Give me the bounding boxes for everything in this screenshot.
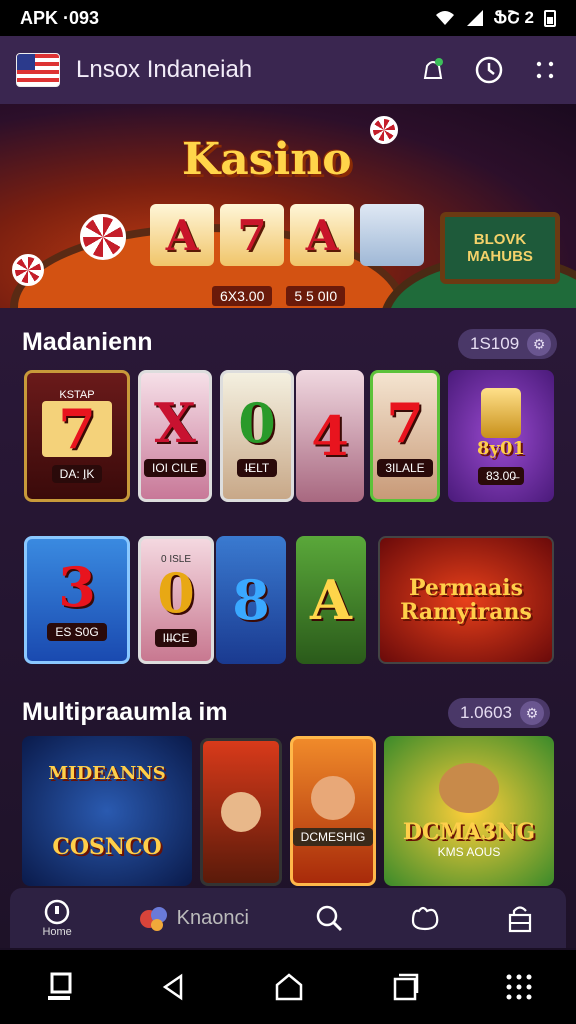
character-icon	[439, 763, 499, 813]
hero-banner[interactable]: BLOVK MAHUBS Kasino A 7 A 6X3.00 5 5 0I0	[0, 104, 576, 308]
bottom-nav: Home Knaonci	[10, 888, 566, 948]
hero-bets: 6X3.00 5 5 0I0	[212, 286, 346, 306]
tile-symbol: 7	[386, 391, 424, 455]
app-bar: Lnsox Indaneiah	[0, 36, 576, 104]
signal-icon	[466, 10, 483, 26]
recents-icon[interactable]	[389, 971, 421, 1003]
character-icon	[311, 776, 355, 820]
tile-text-bottom: COSNCO	[52, 833, 162, 860]
section-badge[interactable]: 1.0603 ⚙	[448, 698, 550, 728]
screenshot-icon[interactable]	[42, 970, 76, 1004]
game-tile[interactable]: DCMESHIG	[290, 736, 376, 886]
tile-symbol: 7	[42, 401, 112, 457]
gear-icon: ⚙	[527, 332, 552, 356]
nav-gift[interactable]	[409, 903, 441, 933]
notification-icon[interactable]	[418, 55, 448, 85]
gift-icon	[411, 906, 439, 931]
back-icon[interactable]	[159, 972, 189, 1002]
tile-symbol: A	[310, 568, 352, 632]
game-tile[interactable]: 0 I̶ELT	[220, 370, 294, 502]
tile-text-top: MIDEANNS	[48, 762, 166, 784]
section-title: Multipraaumla im	[22, 698, 228, 726]
section-title: Madanienn	[22, 328, 153, 356]
game-tile[interactable]: 8y01 83.00̶	[448, 370, 554, 502]
status-bar: APK ·093 ՖՇ 2	[0, 0, 576, 36]
tile-label: ES S0G	[47, 623, 107, 641]
tile-text: 8y01	[476, 437, 526, 459]
tile-label: II̶I̶CE	[154, 628, 198, 647]
tile-text: Permaais Ramyirans	[400, 575, 532, 625]
tile-label: IOI CILE	[143, 459, 206, 477]
history-icon[interactable]	[474, 55, 504, 85]
game-tile[interactable]: 8	[216, 536, 286, 664]
reel-symbol: 7	[220, 204, 284, 266]
game-tile[interactable]: KSTAP 7 DA: I̱K	[24, 370, 130, 502]
game-tile[interactable]: DCMA3NG KMS AOUS	[384, 736, 554, 886]
game-tile[interactable]: 7 3ILALE	[370, 370, 440, 502]
chip-icon	[80, 214, 126, 260]
tile-label: I̶ELT	[236, 459, 278, 477]
status-right-text: ՖՇ 2	[493, 8, 534, 27]
character-icon	[221, 792, 261, 832]
tile-symbol: X	[154, 391, 196, 455]
game-tile[interactable]: 3 ES S0G	[24, 536, 130, 664]
system-nav-bar	[0, 950, 576, 1024]
trophy-icon	[481, 387, 521, 438]
bet-value: 5 5 0I0	[286, 286, 346, 306]
nav-label: Knaonci	[176, 906, 249, 929]
tile-text-top: DCMA3NG	[402, 819, 536, 845]
main-panel: Madanienn 1S109 ⚙ KSTAP 7 DA: I̱K X IOI …	[0, 308, 576, 948]
wifi-icon	[435, 11, 454, 25]
gear-icon: ⚙	[520, 701, 544, 725]
badge-value: 1.0603	[460, 703, 512, 722]
status-left-text: APK ·093	[20, 7, 100, 28]
tile-symbol: 3	[58, 555, 96, 619]
reel-symbol: A	[150, 204, 214, 266]
tile-symbol: 0	[238, 391, 276, 455]
battery-icon	[544, 10, 556, 27]
tile-label: DCMESHIG	[293, 828, 373, 846]
tile-label: 83.00̶	[477, 466, 525, 485]
bet-value: 6X3.00	[212, 286, 273, 306]
tile-label: 3ILALE	[377, 459, 433, 477]
lock-icon	[508, 906, 531, 933]
search-icon	[316, 905, 342, 932]
flag-icon[interactable]	[16, 53, 60, 87]
tile-symbol: 4	[311, 404, 349, 468]
games-icon	[139, 907, 167, 931]
section-badge[interactable]: 1S109 ⚙	[458, 329, 558, 359]
game-tile[interactable]: X IOI CILE	[138, 370, 212, 502]
hero-logo: Kasino	[182, 134, 352, 185]
promo-tile[interactable]: Permaais Ramyirans	[378, 536, 554, 664]
nav-label: Home	[42, 926, 72, 938]
tile-symbol: 0	[157, 560, 195, 625]
more-menu-icon[interactable]	[530, 55, 560, 85]
apps-grid-icon[interactable]	[504, 972, 534, 1002]
status-icons: ՖՇ 2	[434, 8, 556, 28]
reel-symbol: A	[290, 204, 354, 266]
tile-label: DA: I̱K	[51, 465, 103, 483]
nav-games[interactable]: Knaonci	[137, 901, 249, 935]
badge-value: 1S109	[470, 334, 520, 353]
chip-icon	[370, 116, 398, 144]
home-button-icon[interactable]	[273, 971, 305, 1003]
nav-search[interactable]	[314, 903, 344, 933]
reel-symbol-extra	[360, 204, 424, 266]
home-icon	[44, 899, 70, 925]
game-tile[interactable]: 4	[296, 370, 364, 502]
hero-reels: A 7 A	[150, 204, 424, 266]
game-tile[interactable]	[200, 738, 282, 886]
app-title: Lnsox Indaneiah	[76, 56, 253, 83]
game-tile[interactable]: MIDEANNS COSNCO	[22, 736, 192, 886]
game-tile[interactable]: 0 ISLE 0 II̶I̶CE	[138, 536, 214, 664]
hero-sign: BLOVK MAHUBS	[440, 212, 560, 284]
game-tile[interactable]: A	[296, 536, 366, 664]
chip-icon	[12, 254, 44, 286]
nav-home[interactable]: Home	[42, 898, 72, 938]
nav-lock[interactable]	[506, 903, 534, 933]
tile-symbol: 8	[232, 568, 270, 632]
tile-text-bottom: KMS AOUS	[437, 845, 501, 859]
